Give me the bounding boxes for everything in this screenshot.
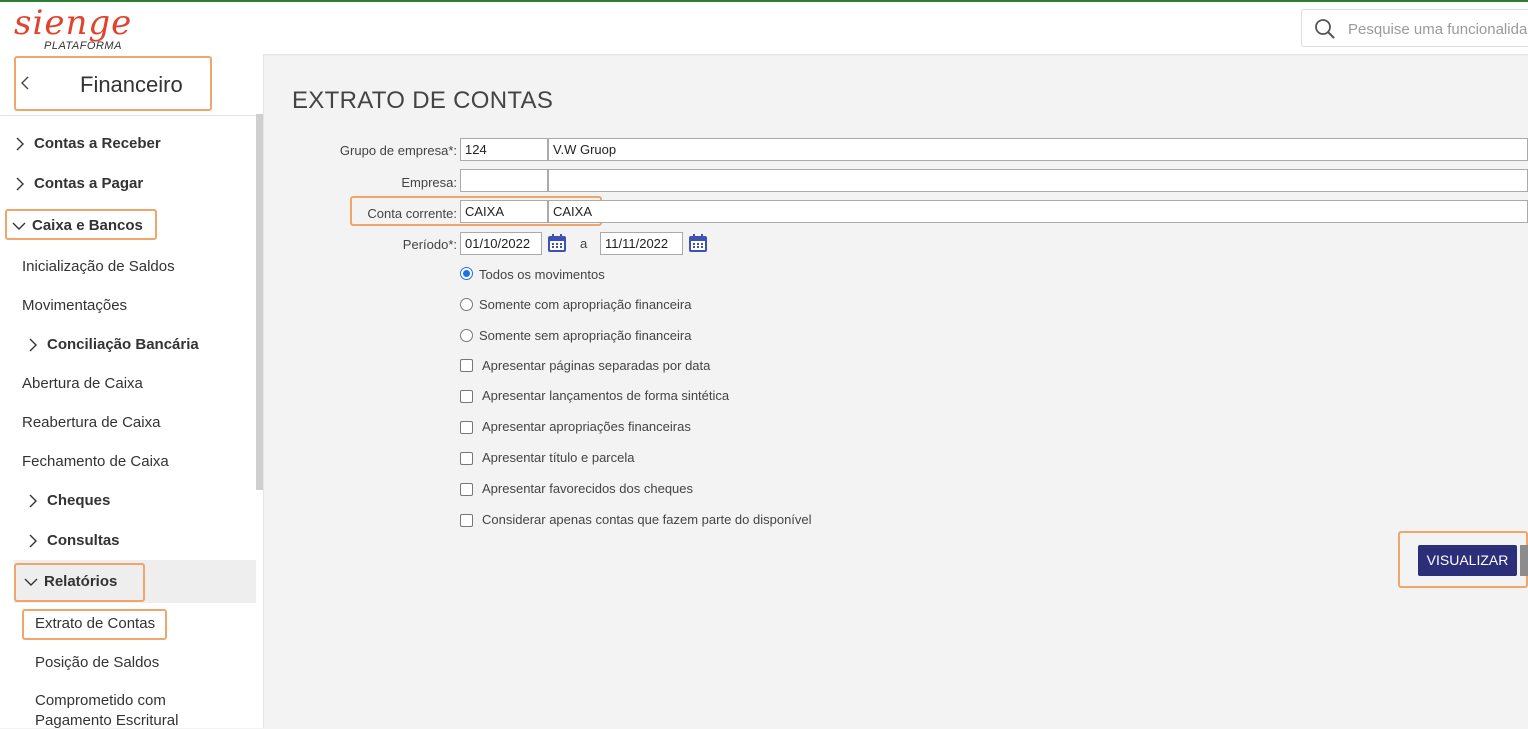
sidebar-item-comprometido[interactable]: Comprometido com xyxy=(35,692,166,709)
radio-label: Todos os movimentos xyxy=(479,267,605,282)
secondary-button-edge[interactable] xyxy=(1520,545,1528,576)
checkbox-paginas-separadas[interactable] xyxy=(460,359,473,372)
sidebar-item-contas-receber[interactable]: Contas a Receber xyxy=(14,135,161,152)
calendar-icon[interactable] xyxy=(546,232,568,254)
chevron-right-icon xyxy=(29,338,37,352)
sidebar-item-caixa-bancos[interactable]: Caixa e Bancos xyxy=(12,217,143,234)
sidebar-item-contas-pagar[interactable]: Contas a Pagar xyxy=(14,175,143,192)
radio-somente-com-apropriacao[interactable] xyxy=(460,298,473,311)
checkbox-favorecidos-cheques[interactable] xyxy=(460,483,473,496)
page-title: EXTRATO DE CONTAS xyxy=(292,87,554,114)
sidebar-item-inicializacao-saldos[interactable]: Inicialização de Saldos xyxy=(22,258,175,275)
sidebar-item-relatorios[interactable]: Relatórios xyxy=(24,573,117,590)
sidebar-item-label: Caixa e Bancos xyxy=(32,217,143,234)
sidebar-title: Financeiro xyxy=(80,72,183,97)
periodo-to-input[interactable]: 11/11/2022 xyxy=(600,232,683,255)
chevron-right-icon xyxy=(16,177,24,191)
sidebar-item-cheques[interactable]: Cheques xyxy=(27,492,110,509)
sidebar-scrollbar[interactable] xyxy=(256,114,263,490)
sidebar-item-reabertura-caixa[interactable]: Reabertura de Caixa xyxy=(22,414,160,431)
empresa-name-input[interactable] xyxy=(548,169,1528,192)
chevron-down-icon xyxy=(12,222,26,231)
sidebar-item-abertura-caixa[interactable]: Abertura de Caixa xyxy=(22,375,143,392)
grupo-empresa-label: Grupo de empresa*: xyxy=(339,143,457,158)
search-icon[interactable] xyxy=(1314,18,1336,40)
calendar-icon[interactable] xyxy=(687,232,709,254)
sidebar-item-posicao-saldos[interactable]: Posição de Saldos xyxy=(35,654,159,671)
periodo-from-input[interactable]: 01/10/2022 xyxy=(460,232,542,255)
grupo-empresa-code-input[interactable]: 124 xyxy=(460,138,548,161)
logo-wordmark: sienge xyxy=(14,3,133,43)
checkbox-label: Apresentar lançamentos de forma sintétic… xyxy=(482,388,730,403)
chevron-right-icon xyxy=(16,137,24,151)
sidebar-item-label: Consultas xyxy=(47,532,120,549)
checkbox-label: Considerar apenas contas que fazem parte… xyxy=(482,512,812,527)
sidebar-item-comprometido-line2[interactable]: Pagamento Escritural xyxy=(35,712,178,729)
checkbox-titulo-parcela[interactable] xyxy=(460,452,473,465)
checkbox-label: Apresentar favorecidos dos cheques xyxy=(482,481,694,496)
sidebar-item-label: Cheques xyxy=(47,492,111,509)
sidebar-item-label: Relatórios xyxy=(44,573,118,590)
sidebar-divider xyxy=(0,115,256,116)
sienge-logo[interactable]: sienge PLATAFORMA xyxy=(14,4,144,54)
logo-subtitle: PLATAFORMA xyxy=(44,40,122,52)
sidebar: Financeiro Contas a Receber Contas a Pag… xyxy=(0,54,264,729)
checkbox-apropriacoes-financeiras[interactable] xyxy=(460,421,473,434)
conta-corrente-name-input[interactable]: CAIXA xyxy=(548,200,1528,223)
sidebar-item-extrato-contas[interactable]: Extrato de Contas xyxy=(35,615,155,632)
chevron-right-icon xyxy=(29,494,37,508)
checkbox-label: Apresentar apropriações financeiras xyxy=(482,419,691,434)
checkbox-label: Apresentar páginas separadas por data xyxy=(482,358,711,373)
sidebar-item-label: Contas a Pagar xyxy=(34,175,144,192)
radio-label: Somente sem apropriação financeira xyxy=(479,328,692,343)
conta-corrente-label: Conta corrente: xyxy=(367,206,457,221)
radio-label: Somente com apropriação financeira xyxy=(479,297,692,312)
radio-todos-movimentos[interactable] xyxy=(460,267,473,280)
search-box[interactable]: Pesquise uma funcionalidade xyxy=(1301,9,1528,47)
periodo-separator: a xyxy=(580,236,588,251)
back-chevron-icon[interactable] xyxy=(18,71,32,95)
periodo-label: Período*: xyxy=(402,237,457,252)
top-bar: sienge PLATAFORMA Pesquise uma funcional… xyxy=(0,0,1528,54)
sidebar-item-consultas[interactable]: Consultas xyxy=(27,532,120,549)
chevron-right-icon xyxy=(29,534,37,548)
sidebar-item-label: Contas a Receber xyxy=(34,135,161,152)
checkbox-label: Apresentar título e parcela xyxy=(482,450,635,465)
sidebar-item-conciliacao-bancaria[interactable]: Conciliação Bancária xyxy=(27,336,199,353)
checkbox-forma-sintetica[interactable] xyxy=(460,390,473,403)
search-placeholder[interactable]: Pesquise uma funcionalidade xyxy=(1348,21,1528,38)
radio-somente-sem-apropriacao[interactable] xyxy=(460,329,473,342)
conta-corrente-code-input[interactable]: CAIXA xyxy=(460,200,548,223)
checkbox-contas-disponivel[interactable] xyxy=(460,514,473,527)
sidebar-header[interactable]: Financeiro xyxy=(14,56,212,111)
empresa-label: Empresa: xyxy=(401,175,457,190)
visualizar-button[interactable]: VISUALIZAR xyxy=(1418,545,1517,576)
empresa-code-input[interactable] xyxy=(460,169,548,192)
grupo-empresa-name-input[interactable]: V.W Gruop xyxy=(548,138,1528,161)
sidebar-item-movimentacoes[interactable]: Movimentações xyxy=(22,297,127,314)
chevron-down-icon xyxy=(24,578,38,587)
sidebar-item-fechamento-caixa[interactable]: Fechamento de Caixa xyxy=(22,453,169,470)
sidebar-item-label: Conciliação Bancária xyxy=(47,336,199,353)
